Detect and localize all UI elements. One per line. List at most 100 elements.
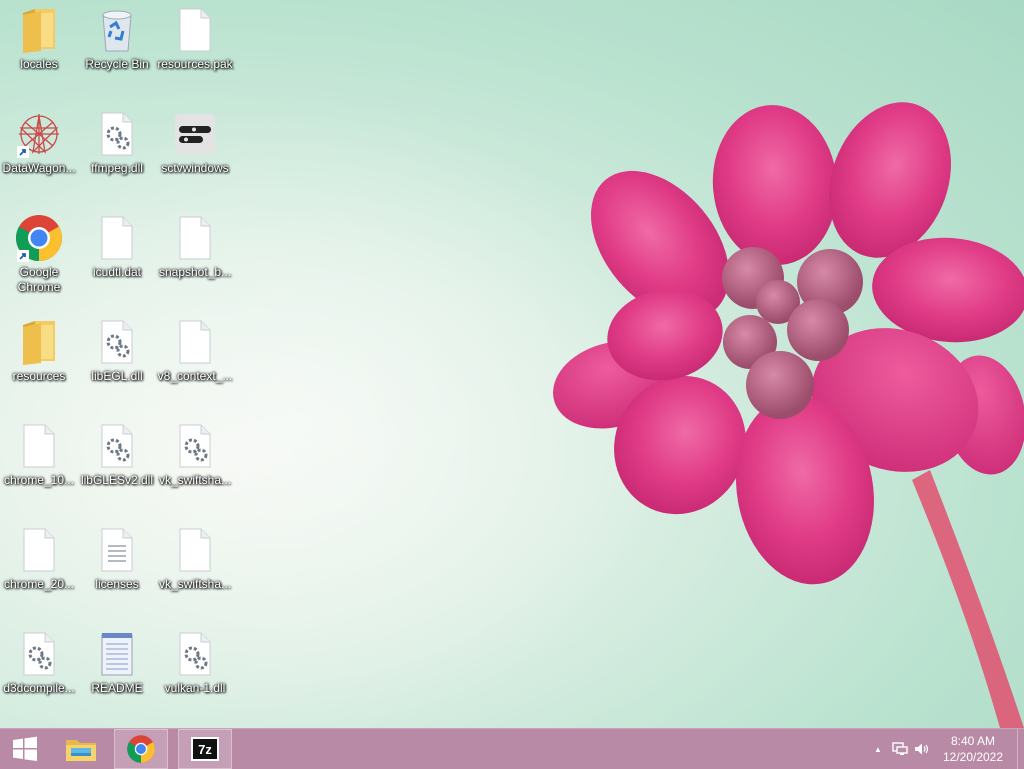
7zip-icon: 7z [191, 737, 219, 761]
desktop-icon-label: libEGL.dll [91, 369, 143, 383]
desktop-icon-image [15, 318, 63, 366]
desktop-icon-label: vk_swiftsha... [158, 473, 232, 487]
desktop-icon[interactable]: resources.pak [156, 0, 234, 96]
clock-date: 12/20/2022 [942, 750, 1004, 764]
file-icon [179, 216, 211, 260]
desktop-icon-label: icudtl.dat [92, 265, 142, 279]
desktop-icon-label: licenses [95, 577, 139, 591]
desktop-icon-label: Google Chrome [17, 265, 61, 294]
text-file-icon [101, 528, 133, 572]
desktop-icon[interactable]: ffmpeg.dll [78, 104, 156, 200]
desktop-icon-label: DataWagon... [2, 161, 76, 175]
desktop-icon[interactable]: chrome_10... [0, 416, 78, 512]
desktop-icon-label: resources.pak [157, 57, 233, 71]
desktop-icon-image [93, 526, 141, 574]
desktop-icon-image [93, 630, 141, 678]
desktop-icon-label: v8_context_... [157, 369, 233, 383]
desktop-icon-label: chrome_10... [3, 473, 75, 487]
desktop-icon-label: vulkan-1.dll [164, 681, 226, 695]
network-icon [892, 742, 908, 755]
desktop-icon-image [15, 6, 63, 54]
file-icon [23, 424, 55, 468]
taskbar-7zip[interactable]: 7z [178, 729, 232, 769]
chrome-icon [127, 735, 155, 763]
desktop-icon-label: README [91, 681, 143, 695]
7zip-label: 7z [198, 741, 212, 757]
desktop-icon[interactable]: v8_context_... [156, 312, 234, 408]
taskbar: 7z ▲ 8:40 AM 12/20/2022 [0, 728, 1024, 769]
taskbar-file-explorer[interactable] [54, 729, 108, 769]
dll-file-icon [23, 632, 55, 676]
file-icon [179, 528, 211, 572]
desktop-icon[interactable]: chrome_20... [0, 520, 78, 616]
volume-icon [915, 743, 929, 755]
desktop-icon-label: Recycle Bin [85, 57, 149, 71]
desktop-icon-image [171, 318, 219, 366]
chevron-up-icon: ▲ [874, 744, 882, 754]
desktop-icon[interactable]: vk_swiftsha... [156, 416, 234, 512]
desktop-icon[interactable]: licenses [78, 520, 156, 616]
desktop-icon-label: libGLESv2.dll [80, 473, 154, 487]
file-icon [179, 320, 211, 364]
desktop-icon-image [15, 422, 63, 470]
desktop-icon-image [15, 526, 63, 574]
start-button[interactable] [0, 729, 50, 769]
desktop-icon[interactable]: locales [0, 0, 78, 96]
desktop-icon-image [171, 214, 219, 262]
clock-time: 8:40 AM [950, 734, 996, 748]
recycle-bin-icon [102, 10, 132, 52]
desktop-icon[interactable]: vulkan-1.dll [156, 624, 234, 720]
desktop-icon-image [93, 214, 141, 262]
desktop-icon[interactable]: libGLESv2.dll [78, 416, 156, 512]
shortcut-arrow-icon [17, 146, 29, 158]
desktop-icon[interactable]: README [78, 624, 156, 720]
desktop-icon[interactable]: libEGL.dll [78, 312, 156, 408]
desktop-icon[interactable]: Google Chrome [0, 208, 78, 304]
desktop-icon-label: snapshot_b... [158, 265, 232, 279]
file-icon [23, 528, 55, 572]
desktop-icon-image [171, 526, 219, 574]
dll-file-icon [101, 424, 133, 468]
desktop-icon[interactable]: icudtl.dat [78, 208, 156, 304]
show-desktop-button[interactable] [1017, 729, 1024, 769]
desktop-icon-image [93, 110, 141, 158]
volume-button[interactable] [911, 729, 933, 769]
shortcut-arrow-icon [17, 250, 29, 262]
desktop-icon-label: sctvwindows [161, 161, 229, 175]
dll-file-icon [179, 632, 211, 676]
desktop-icon[interactable]: snapshot_b... [156, 208, 234, 304]
desktop-icon-label: ffmpeg.dll [91, 161, 143, 175]
desktop-icon-label: chrome_20... [3, 577, 75, 591]
tray-overflow-button[interactable]: ▲ [867, 729, 889, 769]
desktop-icon[interactable]: DataWagon... [0, 104, 78, 200]
network-button[interactable] [889, 729, 911, 769]
clock[interactable]: 8:40 AM 12/20/2022 [933, 733, 1013, 765]
desktop-icon-image [171, 6, 219, 54]
desktop-icon-label: locales [20, 57, 58, 71]
desktop-icon-image [15, 214, 63, 262]
notepad-icon [101, 633, 133, 676]
folder-icon [23, 321, 55, 365]
taskbar-google-chrome[interactable] [114, 729, 168, 769]
desktop-icon-image [15, 630, 63, 678]
desktop-icon-image [15, 110, 63, 158]
desktop-icon-image [93, 6, 141, 54]
file-explorer-icon [66, 740, 96, 761]
dll-file-icon [101, 112, 133, 156]
desktop[interactable]: locales Recycle Bin resources.pak DataWagon… [0, 0, 1024, 728]
desktop-icon-label: d3dcompile... [3, 681, 75, 695]
desktop-icon[interactable]: resources [0, 312, 78, 408]
system-tray: ▲ 8:40 AM 12/20/2022 [867, 729, 1024, 769]
dll-file-icon [101, 320, 133, 364]
desktop-icon[interactable]: sctvwindows [156, 104, 234, 200]
file-icon [101, 216, 133, 260]
desktop-icon-image [93, 422, 141, 470]
desktop-icon[interactable]: vk_swiftsha... [156, 520, 234, 616]
folder-icon [23, 9, 55, 53]
windows-logo-icon [13, 736, 37, 761]
sctvwindows-app-icon [175, 114, 215, 154]
desktop-icon-image [171, 630, 219, 678]
desktop-icon[interactable]: Recycle Bin [78, 0, 156, 96]
file-icon [179, 8, 211, 52]
desktop-icon[interactable]: d3dcompile... [0, 624, 78, 720]
